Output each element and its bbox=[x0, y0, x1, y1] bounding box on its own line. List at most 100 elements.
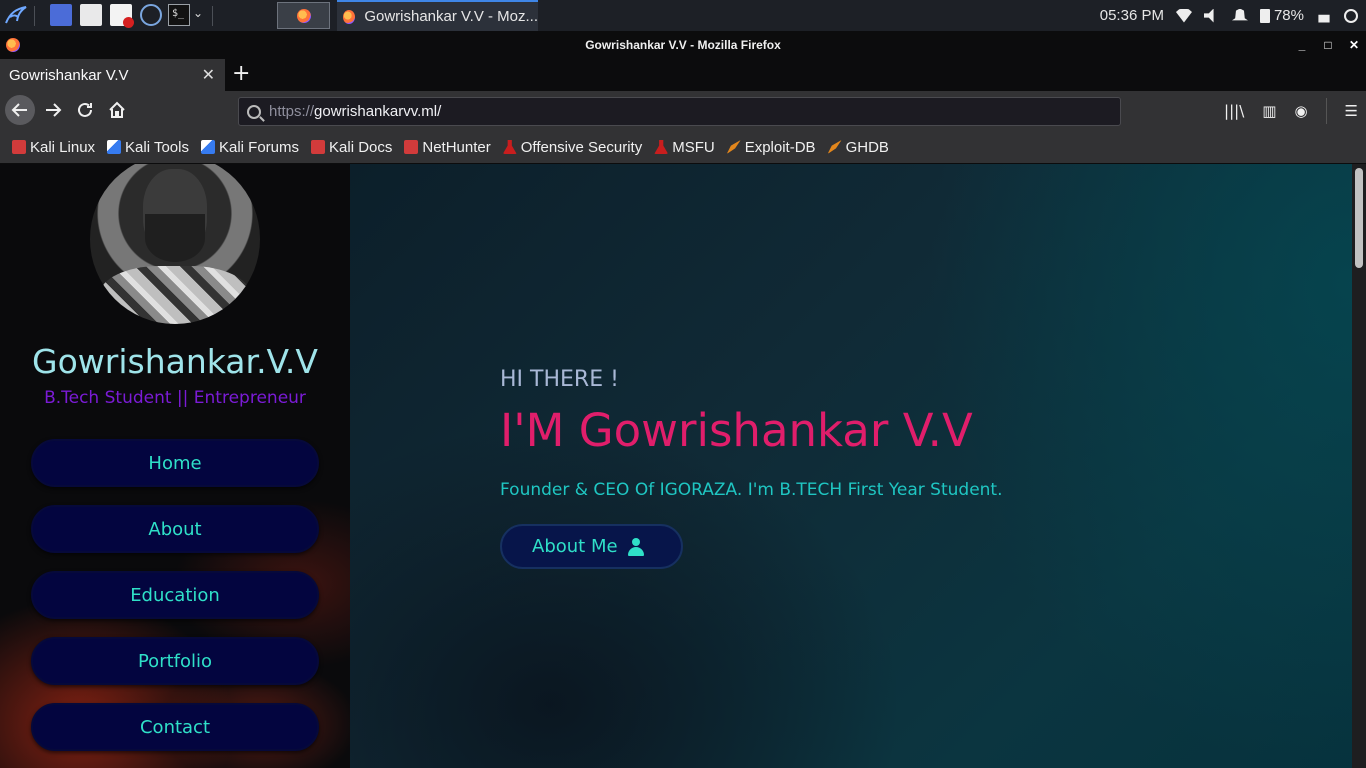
url-bar[interactable]: https://gowrishankarvv.ml/ bbox=[238, 97, 1121, 126]
bookmark-nethunter[interactable]: NetHunter bbox=[404, 138, 491, 156]
toolbar-separator bbox=[1325, 98, 1327, 124]
bookmark-label: NetHunter bbox=[422, 138, 491, 156]
nav-home-button[interactable]: Home bbox=[31, 439, 319, 487]
power-icon[interactable] bbox=[1344, 8, 1358, 23]
arrow-left-icon bbox=[11, 103, 27, 117]
bookmark-label: Exploit-DB bbox=[744, 138, 816, 156]
sidebar: Gowrishankar.V.V B.Tech Student || Entre… bbox=[0, 164, 350, 768]
bookmark-label: Kali Forums bbox=[218, 138, 300, 156]
hero-headline: I'M Gowrishankar V.V bbox=[500, 404, 973, 457]
search-icon bbox=[247, 104, 261, 119]
ghdb-icon bbox=[827, 140, 842, 154]
kali-menu-icon[interactable] bbox=[4, 3, 28, 27]
text-editor-icon[interactable] bbox=[110, 4, 134, 28]
bookmark-kali-linux[interactable]: Kali Linux bbox=[12, 139, 95, 156]
wifi-icon[interactable] bbox=[1175, 8, 1192, 23]
window-controls: _ □ ✕ bbox=[1296, 31, 1360, 59]
close-window-button[interactable]: ✕ bbox=[1348, 38, 1360, 52]
hero-section: HI THERE ! I'M Gowrishankar V.V Founder … bbox=[350, 164, 1352, 768]
tab-active[interactable]: Gowrishankar V.V ✕ bbox=[0, 59, 225, 91]
user-icon bbox=[627, 537, 644, 556]
library-icon[interactable]: |||\ bbox=[1224, 102, 1244, 120]
kali-icon bbox=[12, 140, 26, 154]
navigation-toolbar: https://gowrishankarvv.ml/ |||\ ▥ ◉ ☰ bbox=[0, 91, 1366, 131]
notification-bell-icon[interactable] bbox=[1231, 8, 1248, 21]
chevron-down-icon[interactable]: ⌄ bbox=[193, 6, 203, 20]
site-role: B.Tech Student || Entrepreneur bbox=[44, 388, 306, 408]
tab-strip: Gowrishankar V.V ✕ + bbox=[0, 59, 1366, 91]
profile-photo-shirt bbox=[100, 266, 250, 324]
exploitdb-icon bbox=[726, 140, 741, 154]
kali-forums-icon bbox=[200, 140, 215, 154]
bookmark-kali-tools[interactable]: Kali Tools bbox=[107, 139, 189, 156]
minimize-button[interactable]: _ bbox=[1296, 38, 1308, 52]
reload-icon bbox=[78, 102, 92, 117]
firefox-icon bbox=[343, 9, 356, 24]
nav-contact-button[interactable]: Contact bbox=[31, 703, 319, 751]
offsec-icon bbox=[502, 140, 517, 154]
reload-button[interactable] bbox=[70, 95, 100, 125]
nav-education-button[interactable]: Education bbox=[31, 571, 319, 619]
taskbar-separator bbox=[212, 6, 213, 26]
kali-tools-icon bbox=[107, 140, 122, 154]
bookmarks-toolbar: Kali Linux Kali Tools Kali Forums Kali D… bbox=[0, 131, 1366, 164]
site-name: Gowrishankar.V.V bbox=[32, 342, 318, 381]
url-scheme: https:// bbox=[269, 103, 315, 120]
url-host: gowrishankarvv.ml/ bbox=[314, 103, 442, 120]
taskbar-window-title: Gowrishankar V.V - Moz... bbox=[364, 8, 538, 25]
nethunter-icon bbox=[404, 140, 419, 154]
forward-button[interactable] bbox=[38, 95, 68, 125]
bookmark-kali-docs[interactable]: Kali Docs bbox=[311, 139, 392, 156]
msfu-icon bbox=[654, 140, 669, 154]
account-icon[interactable]: ◉ bbox=[1294, 102, 1307, 120]
battery-icon bbox=[1259, 8, 1270, 23]
window-titlebar: Gowrishankar V.V - Mozilla Firefox _ □ ✕ bbox=[0, 31, 1366, 59]
show-desktop-icon[interactable] bbox=[50, 4, 72, 26]
arrow-right-icon bbox=[46, 103, 62, 117]
clock[interactable]: 05:36 PM bbox=[1100, 7, 1164, 24]
close-tab-icon[interactable]: ✕ bbox=[202, 65, 215, 85]
bookmark-label: Kali Linux bbox=[30, 138, 96, 156]
hero-tagline: Founder & CEO Of IGORAZA. I'm B.TECH Fir… bbox=[500, 480, 1003, 500]
bookmark-msfu[interactable]: MSFU bbox=[654, 139, 715, 156]
about-me-label: About Me bbox=[532, 536, 618, 557]
web-page: Gowrishankar.V.V B.Tech Student || Entre… bbox=[0, 164, 1366, 768]
toolbar-right-group: |||\ ▥ ◉ ☰ bbox=[1224, 91, 1358, 131]
tab-title: Gowrishankar V.V bbox=[9, 66, 129, 84]
url-text[interactable]: https://gowrishankarvv.ml/ bbox=[269, 103, 441, 120]
terminal-icon[interactable]: $_ bbox=[168, 4, 190, 26]
sidebar-toggle-icon[interactable]: ▥ bbox=[1262, 102, 1276, 120]
home-button[interactable] bbox=[102, 95, 132, 125]
battery-indicator[interactable]: 78% bbox=[1259, 7, 1304, 24]
file-manager-icon[interactable] bbox=[80, 4, 102, 26]
bookmark-offensive-security[interactable]: Offensive Security bbox=[502, 138, 643, 156]
page-scrollbar[interactable] bbox=[1352, 164, 1366, 768]
volume-icon[interactable] bbox=[1203, 8, 1214, 23]
hamburger-menu-icon[interactable]: ☰ bbox=[1345, 102, 1358, 120]
back-button[interactable] bbox=[5, 95, 35, 125]
workspace-switcher[interactable] bbox=[277, 2, 330, 29]
firefox-icon bbox=[296, 8, 311, 23]
about-me-button[interactable]: About Me bbox=[500, 524, 683, 569]
bookmark-label: Kali Tools bbox=[125, 138, 189, 156]
home-icon bbox=[109, 101, 125, 118]
battery-percent: 78% bbox=[1273, 7, 1304, 24]
new-tab-button[interactable]: + bbox=[232, 61, 250, 86]
taskbar-window-button[interactable]: Gowrishankar V.V - Moz... bbox=[337, 0, 538, 31]
taskbar-separator bbox=[34, 6, 35, 26]
kali-docs-icon bbox=[311, 140, 326, 154]
web-browser-icon[interactable] bbox=[140, 4, 162, 26]
scrollbar-thumb[interactable] bbox=[1355, 168, 1363, 268]
nav-portfolio-button[interactable]: Portfolio bbox=[31, 637, 319, 685]
window-title: Gowrishankar V.V - Mozilla Firefox bbox=[585, 38, 781, 52]
bookmark-label: GHDB bbox=[845, 138, 889, 156]
bookmark-exploit-db[interactable]: Exploit-DB bbox=[726, 138, 816, 156]
bookmark-label: Offensive Security bbox=[520, 138, 643, 156]
bookmark-ghdb[interactable]: GHDB bbox=[827, 138, 889, 156]
bookmark-kali-forums[interactable]: Kali Forums bbox=[200, 138, 300, 156]
firefox-icon bbox=[6, 38, 20, 52]
profile-photo bbox=[90, 164, 260, 324]
lock-screen-icon[interactable] bbox=[1318, 14, 1330, 23]
maximize-button[interactable]: □ bbox=[1322, 38, 1334, 52]
nav-about-button[interactable]: About bbox=[31, 505, 319, 553]
